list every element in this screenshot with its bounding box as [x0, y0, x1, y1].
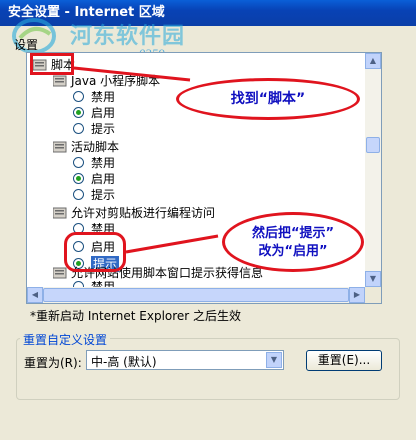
reset-level-value: 中-高 (默认): [91, 355, 157, 369]
reset-group-title: 重置自定义设置: [20, 331, 111, 348]
reset-button[interactable]: 重置(E)...: [306, 350, 382, 371]
settings-folder-icon: [53, 207, 67, 219]
title-bar: 安全设置 - Internet 区域: [0, 0, 416, 26]
settings-folder-icon: [53, 75, 67, 87]
vertical-scroll-thumb[interactable]: [366, 137, 380, 153]
restart-note: *重新启动 Internet Explorer 之后生效: [30, 309, 242, 323]
horizontal-scroll-thumb[interactable]: [43, 288, 349, 302]
tree-item-label: Java 小程序脚本: [71, 74, 161, 88]
reset-to-label: 重置为(R):: [24, 356, 82, 370]
tree-item-active-scripting[interactable]: 活动脚本: [53, 139, 253, 155]
radio-label: 禁用: [91, 156, 116, 170]
tree-item-clipboard-access[interactable]: 允许对剪贴板进行编程访问: [53, 205, 273, 221]
radio-circle[interactable]: [73, 123, 84, 134]
radio-label: 禁用: [91, 90, 116, 104]
radio-label: 提示: [91, 188, 116, 202]
scroll-up-icon[interactable]: ▲: [365, 53, 381, 69]
callout-line-2: 改为“启用”: [258, 244, 328, 259]
chevron-down-icon[interactable]: ▼: [266, 352, 282, 368]
highlight-scripts-box: [30, 53, 74, 75]
reset-level-select[interactable]: 中-高 (默认) ▼: [86, 350, 284, 370]
tree-item-label: 活动脚本: [71, 140, 120, 154]
scroll-down-icon[interactable]: ▼: [365, 271, 381, 287]
callout-find-script-text: 找到“脚本”: [230, 91, 306, 107]
callout-find-script: 找到“脚本”: [176, 78, 360, 120]
radio-circle[interactable]: [73, 91, 84, 102]
radio-circle[interactable]: [73, 189, 84, 200]
horizontal-scrollbar[interactable]: ◀ ▶: [27, 287, 365, 303]
settings-folder-icon: [53, 267, 67, 279]
callout-change-setting: 然后把“提示” 改为“启用”: [222, 212, 364, 272]
radio-circle[interactable]: [73, 157, 84, 168]
callout-line-1: 然后把“提示”: [251, 226, 335, 241]
radio-circle[interactable]: [73, 173, 84, 184]
scrollbar-corner: [365, 287, 381, 303]
window-title: 安全设置 - Internet 区域: [8, 5, 165, 20]
radio-label: 启用: [91, 106, 116, 120]
vertical-scrollbar[interactable]: ▲ ▼: [365, 53, 381, 287]
scroll-right-icon[interactable]: ▶: [349, 287, 365, 303]
scroll-left-icon[interactable]: ◀: [27, 287, 43, 303]
highlight-prompt-box: [64, 232, 126, 272]
radio-circle[interactable]: [73, 107, 84, 118]
tree-item-label: 允许对剪贴板进行编程访问: [71, 206, 216, 220]
radio-label: 提示: [91, 122, 116, 136]
settings-label: 设置: [14, 38, 39, 52]
settings-folder-icon: [53, 141, 67, 153]
radio-label: 启用: [91, 172, 116, 186]
